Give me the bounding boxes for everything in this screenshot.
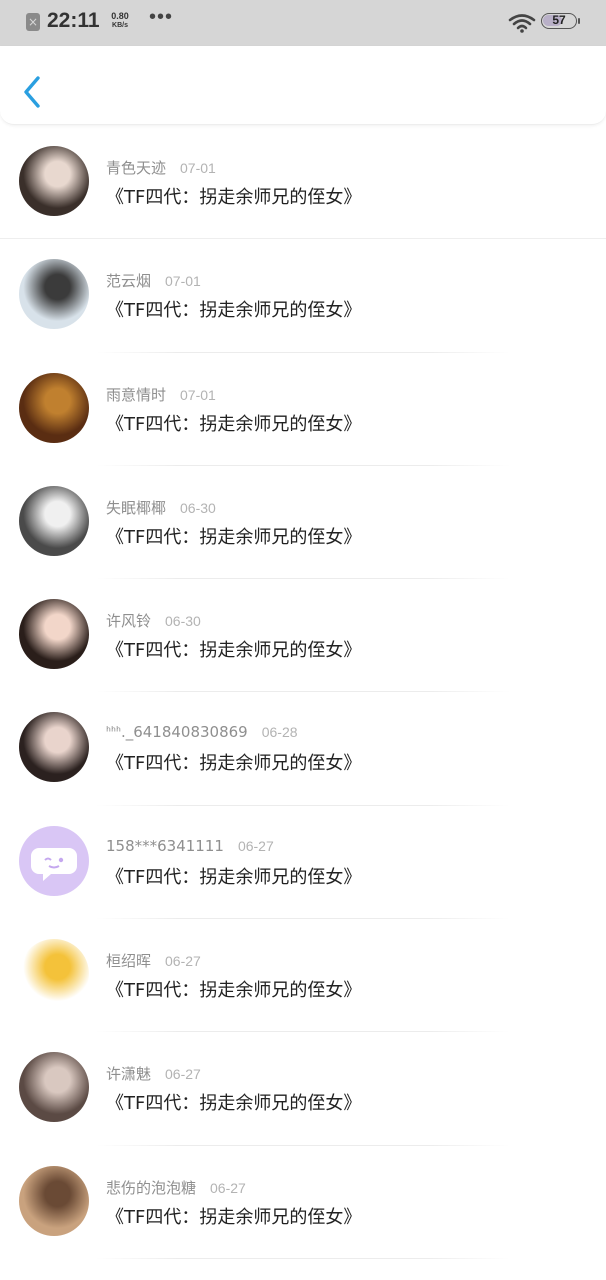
battery-tip	[578, 18, 580, 24]
battery-percent: 57	[552, 13, 566, 27]
list-item[interactable]: ᑋᑋᑋ._641840830869 06-28 《TF四代：拐走余师兄的侄女》	[0, 692, 606, 806]
avatar[interactable]	[19, 485, 89, 556]
chat-bubble-icon	[31, 847, 77, 881]
author-name-text: ᑋᑋᑋ._641840830869	[106, 723, 248, 742]
author-name: 158***6341111 06-27	[106, 837, 274, 855]
book-title[interactable]: 《TF四代：拐走余师兄的侄女》	[106, 749, 361, 775]
status-bar: × 22:11 0.80 KB/s ••• 57	[0, 0, 606, 46]
avatar[interactable]	[19, 939, 89, 1010]
chevron-left-icon	[24, 76, 40, 108]
book-title[interactable]: 《TF四代：拐走余师兄的侄女》	[106, 296, 361, 322]
list-item[interactable]: 158***6341111 06-27 《TF四代：拐走余师兄的侄女》	[0, 806, 606, 920]
avatar[interactable]	[19, 1165, 89, 1236]
author-name-text: 许潇魅	[106, 1065, 152, 1084]
post-date: 06-30	[165, 613, 201, 630]
post-date: 06-27	[165, 953, 201, 970]
network-speed-value: 0.80	[111, 11, 129, 21]
list-item[interactable]: 雨意情时 07-01 《TF四代：拐走余师兄的侄女》	[0, 353, 606, 466]
avatar[interactable]	[19, 372, 89, 443]
author-name: ᑋᑋᑋ._641840830869 06-28	[106, 723, 298, 741]
avatar[interactable]	[19, 825, 89, 896]
battery-icon: 57	[541, 13, 577, 29]
list-item[interactable]: 悲伤的泡泡糖 06-27 《TF四代：拐走余师兄的侄女》	[0, 1146, 606, 1259]
book-title[interactable]: 《TF四代：拐走余师兄的侄女》	[106, 976, 361, 1002]
post-date: 06-30	[180, 499, 216, 516]
author-name-text: 青色天迹	[106, 159, 167, 177]
back-button[interactable]	[20, 74, 46, 110]
wifi-icon	[508, 14, 536, 33]
author-name-text: 雨意情时	[106, 385, 167, 404]
close-notification-icon: ×	[26, 13, 40, 31]
book-title[interactable]: 《TF四代：拐走余师兄的侄女》	[106, 410, 361, 436]
message-list: 青色天迹 07-01 《TF四代：拐走余师兄的侄女》 范云烟 07-01 《TF四代：拐走…	[0, 126, 606, 1259]
book-title[interactable]: 《TF四代：拐走余师兄的侄女》	[106, 1089, 361, 1115]
list-item[interactable]: 桓绍晖 06-27 《TF四代：拐走余师兄的侄女》	[0, 919, 606, 1033]
list-item[interactable]: 失眠椰椰 06-30 《TF四代：拐走余师兄的侄女》	[0, 466, 606, 580]
author-name-text: 桓绍晖	[106, 952, 152, 971]
list-item[interactable]: 青色天迹 07-01 《TF四代：拐走余师兄的侄女》	[0, 126, 606, 240]
book-title[interactable]: 《TF四代：拐走余师兄的侄女》	[106, 523, 361, 549]
author-name: 许潇魅 06-27	[106, 1063, 201, 1084]
book-title[interactable]: 《TF四代：拐走余师兄的侄女》	[106, 636, 361, 662]
author-name-text: 悲伤的泡泡糖	[106, 1178, 197, 1197]
avatar[interactable]	[19, 599, 89, 670]
author-name-text: 158***6341111	[106, 836, 224, 855]
network-speed: 0.80 KB/s	[107, 11, 133, 31]
author-name-text: 许风铃	[106, 612, 152, 631]
list-item[interactable]: 范云烟 07-01 《TF四代：拐走余师兄的侄女》	[0, 239, 606, 353]
post-date: 06-28	[261, 724, 298, 741]
list-item[interactable]: 许潇魅 06-27 《TF四代：拐走余师兄的侄女》	[0, 1032, 606, 1146]
network-speed-unit: KB/s	[112, 22, 128, 29]
divider	[96, 1257, 510, 1259]
author-name: 雨意情时 07-01	[106, 384, 216, 405]
top-nav-bar	[0, 46, 606, 125]
avatar[interactable]	[19, 259, 89, 330]
author-name: 范云烟 07-01	[106, 270, 201, 291]
author-name: 悲伤的泡泡糖 06-27	[106, 1177, 246, 1198]
book-title[interactable]: 《TF四代：拐走余师兄的侄女》	[106, 183, 361, 209]
post-date: 07-01	[165, 273, 201, 290]
author-name-text: 失眠椰椰	[106, 498, 167, 517]
list-item[interactable]: 许风铃 06-30 《TF四代：拐走余师兄的侄女》	[0, 579, 606, 693]
post-date: 07-01	[180, 386, 216, 403]
book-title[interactable]: 《TF四代：拐走余师兄的侄女》	[106, 863, 361, 889]
author-name: 青色天迹 07-01	[106, 157, 216, 178]
author-name: 失眠椰椰 06-30	[106, 497, 216, 518]
post-date: 06-27	[210, 1179, 246, 1196]
avatar[interactable]	[19, 146, 89, 216]
avatar[interactable]	[19, 1052, 89, 1123]
author-name-text: 范云烟	[106, 272, 152, 291]
more-notifications-icon: •••	[149, 6, 174, 28]
post-date: 07-01	[180, 160, 216, 176]
book-title[interactable]: 《TF四代：拐走余师兄的侄女》	[106, 1203, 361, 1229]
post-date: 06-27	[237, 837, 274, 854]
author-name: 桓绍晖 06-27	[106, 950, 201, 971]
status-time: 22:11	[47, 9, 100, 32]
avatar[interactable]	[19, 712, 89, 783]
author-name: 许风铃 06-30	[106, 610, 201, 631]
post-date: 06-27	[165, 1066, 201, 1083]
